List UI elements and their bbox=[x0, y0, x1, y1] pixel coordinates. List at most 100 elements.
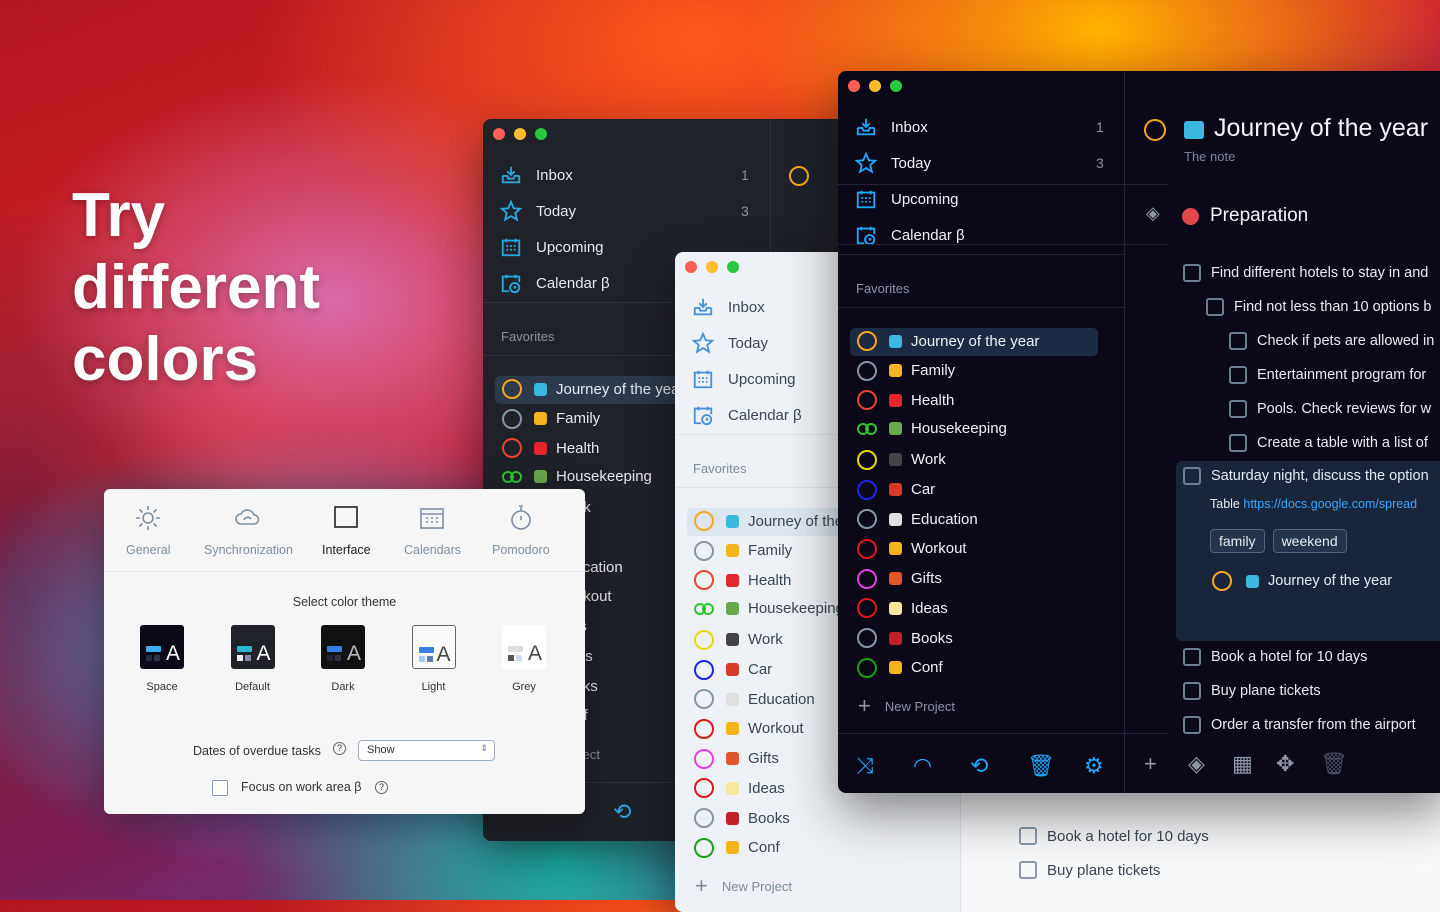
minimize-button[interactable] bbox=[869, 80, 881, 92]
settings-tab-synchronization[interactable]: Synchronization bbox=[204, 503, 293, 557]
project-item[interactable]: Gifts bbox=[694, 748, 779, 769]
trash-icon[interactable]: 🗑 bbox=[1320, 751, 1348, 776]
task-item[interactable]: Buy plane tickets bbox=[1019, 861, 1160, 879]
theme-option-default[interactable]: A Default bbox=[223, 625, 283, 693]
new-project-button[interactable]: + New Project bbox=[695, 873, 792, 899]
project-item[interactable]: Health bbox=[502, 438, 599, 459]
project-item[interactable]: Conf bbox=[857, 657, 943, 678]
project-item[interactable]: Workout bbox=[857, 538, 967, 559]
close-button[interactable] bbox=[493, 128, 505, 140]
focus-checkbox[interactable] bbox=[212, 780, 228, 796]
project-item[interactable]: Car bbox=[694, 659, 772, 680]
minimize-button[interactable] bbox=[514, 128, 526, 140]
zoom-button[interactable] bbox=[890, 80, 902, 92]
sidebar-item-calendar[interactable]: Calendar β bbox=[855, 224, 965, 246]
theme-option-grey[interactable]: A Grey bbox=[494, 625, 554, 693]
task-item[interactable]: Buy plane tickets bbox=[1183, 682, 1321, 700]
shuffle-icon[interactable]: ⤨ bbox=[856, 753, 878, 778]
close-button[interactable] bbox=[685, 261, 697, 273]
sidebar-item-today[interactable]: Today bbox=[500, 200, 576, 222]
sidebar-item-calendar[interactable]: Calendar β bbox=[692, 404, 802, 426]
move-icon[interactable]: ✥ bbox=[1276, 751, 1298, 776]
project-item[interactable]: Car bbox=[857, 479, 935, 500]
settings-tab-interface[interactable]: Interface bbox=[322, 503, 371, 557]
checkbox[interactable] bbox=[1229, 332, 1247, 350]
theme-option-space[interactable]: A Space bbox=[132, 625, 192, 693]
project-item[interactable]: Conf bbox=[694, 837, 780, 858]
sidebar-item-today[interactable]: Today bbox=[855, 152, 931, 174]
checkbox[interactable] bbox=[1183, 682, 1201, 700]
project-item[interactable]: Books bbox=[694, 808, 790, 828]
project-item[interactable]: Journey of the year bbox=[857, 331, 1039, 351]
checkbox[interactable] bbox=[1183, 716, 1201, 734]
rainbow-icon[interactable]: ◠ bbox=[913, 753, 935, 778]
task-item[interactable]: Check if pets are allowed in bbox=[1229, 332, 1434, 350]
project-item[interactable]: Health bbox=[857, 390, 954, 411]
plus-icon[interactable]: + bbox=[1144, 751, 1166, 776]
theme-option-dark[interactable]: A Dark bbox=[313, 625, 373, 693]
task-item[interactable]: Create a table with a list of bbox=[1229, 434, 1428, 452]
project-item[interactable]: Education bbox=[694, 689, 815, 710]
new-project-button[interactable]: + New Project bbox=[858, 693, 955, 719]
project-item[interactable]: Work bbox=[694, 629, 783, 650]
sidebar-item-upcoming[interactable]: Upcoming bbox=[692, 368, 796, 390]
task-item[interactable]: Pools. Check reviews for w bbox=[1229, 400, 1431, 418]
project-item[interactable]: Education bbox=[857, 509, 978, 530]
history-icon[interactable]: ⟲ bbox=[970, 753, 992, 778]
history-icon[interactable]: ⟲ bbox=[613, 799, 631, 825]
settings-tab-calendars[interactable]: Calendars bbox=[404, 503, 461, 557]
task-item[interactable]: Entertainment program for bbox=[1229, 366, 1426, 384]
checkbox[interactable] bbox=[1183, 467, 1201, 485]
task-item[interactable]: Book a hotel for 10 days bbox=[1019, 827, 1209, 845]
task-item[interactable]: Book a hotel for 10 days bbox=[1183, 648, 1367, 666]
sidebar-item-upcoming[interactable]: Upcoming bbox=[500, 236, 604, 258]
expanded-task-card[interactable]: Saturday night, discuss the option Table … bbox=[1176, 461, 1440, 641]
project-item[interactable]: Health bbox=[694, 570, 791, 591]
project-item[interactable]: Family bbox=[857, 360, 955, 381]
sidebar-item-calendar[interactable]: Calendar β bbox=[500, 272, 610, 294]
checkbox[interactable] bbox=[1229, 434, 1247, 452]
sidebar-item-today[interactable]: Today bbox=[692, 332, 768, 354]
tag[interactable]: family bbox=[1210, 529, 1265, 553]
overdue-select[interactable]: Show ⇕ bbox=[358, 740, 495, 761]
project-item[interactable]: Housekeeping bbox=[857, 420, 1007, 437]
help-icon[interactable]: ? bbox=[375, 781, 388, 794]
project-item[interactable]: Ideas bbox=[694, 778, 785, 799]
checkbox[interactable] bbox=[1183, 648, 1201, 666]
calendar-icon[interactable]: ▦ bbox=[1232, 751, 1254, 776]
help-icon[interactable]: ? bbox=[333, 742, 346, 755]
project-item[interactable]: Journey of the year bbox=[502, 379, 684, 399]
tag[interactable]: weekend bbox=[1272, 529, 1347, 553]
project-item[interactable]: Ideas bbox=[857, 598, 948, 619]
checkbox[interactable] bbox=[1206, 298, 1224, 316]
sidebar-item-inbox[interactable]: Inbox bbox=[692, 296, 765, 318]
project-item[interactable]: Family bbox=[502, 408, 600, 429]
project-item[interactable]: Family bbox=[694, 540, 792, 561]
gear-icon[interactable]: ⚙ bbox=[1084, 753, 1106, 778]
task-item[interactable]: Find not less than 10 options b bbox=[1206, 298, 1432, 316]
sidebar-item-inbox[interactable]: Inbox bbox=[500, 164, 573, 186]
project-item[interactable]: Work bbox=[857, 449, 946, 470]
project-item[interactable]: Housekeeping bbox=[502, 468, 652, 485]
project-item[interactable]: Housekeeping bbox=[694, 600, 844, 617]
checkbox[interactable] bbox=[1229, 366, 1247, 384]
project-item[interactable]: Gifts bbox=[857, 568, 942, 589]
sidebar-item-inbox[interactable]: Inbox bbox=[855, 116, 928, 138]
checkbox[interactable] bbox=[1183, 264, 1201, 282]
heading-toggle-icon[interactable]: ◈ bbox=[1146, 203, 1160, 224]
checkbox[interactable] bbox=[1019, 827, 1037, 845]
task-item[interactable]: Order a transfer from the airport bbox=[1183, 716, 1416, 734]
trash-icon[interactable]: 🗑 bbox=[1027, 753, 1055, 778]
theme-option-light[interactable]: A Light bbox=[404, 625, 464, 693]
note-link[interactable]: https://docs.google.com/spread bbox=[1243, 497, 1417, 511]
checkbox[interactable] bbox=[1229, 400, 1247, 418]
settings-tab-pomodoro[interactable]: Pomodoro bbox=[492, 503, 550, 557]
close-button[interactable] bbox=[848, 80, 860, 92]
zoom-button[interactable] bbox=[535, 128, 547, 140]
minimize-button[interactable] bbox=[706, 261, 718, 273]
checkbox[interactable] bbox=[1019, 861, 1037, 879]
task-item[interactable]: Find different hotels to stay in and bbox=[1183, 264, 1428, 282]
sidebar-item-upcoming[interactable]: Upcoming bbox=[855, 188, 959, 210]
project-item[interactable]: Books bbox=[857, 628, 953, 648]
settings-tab-general[interactable]: General bbox=[126, 503, 170, 557]
